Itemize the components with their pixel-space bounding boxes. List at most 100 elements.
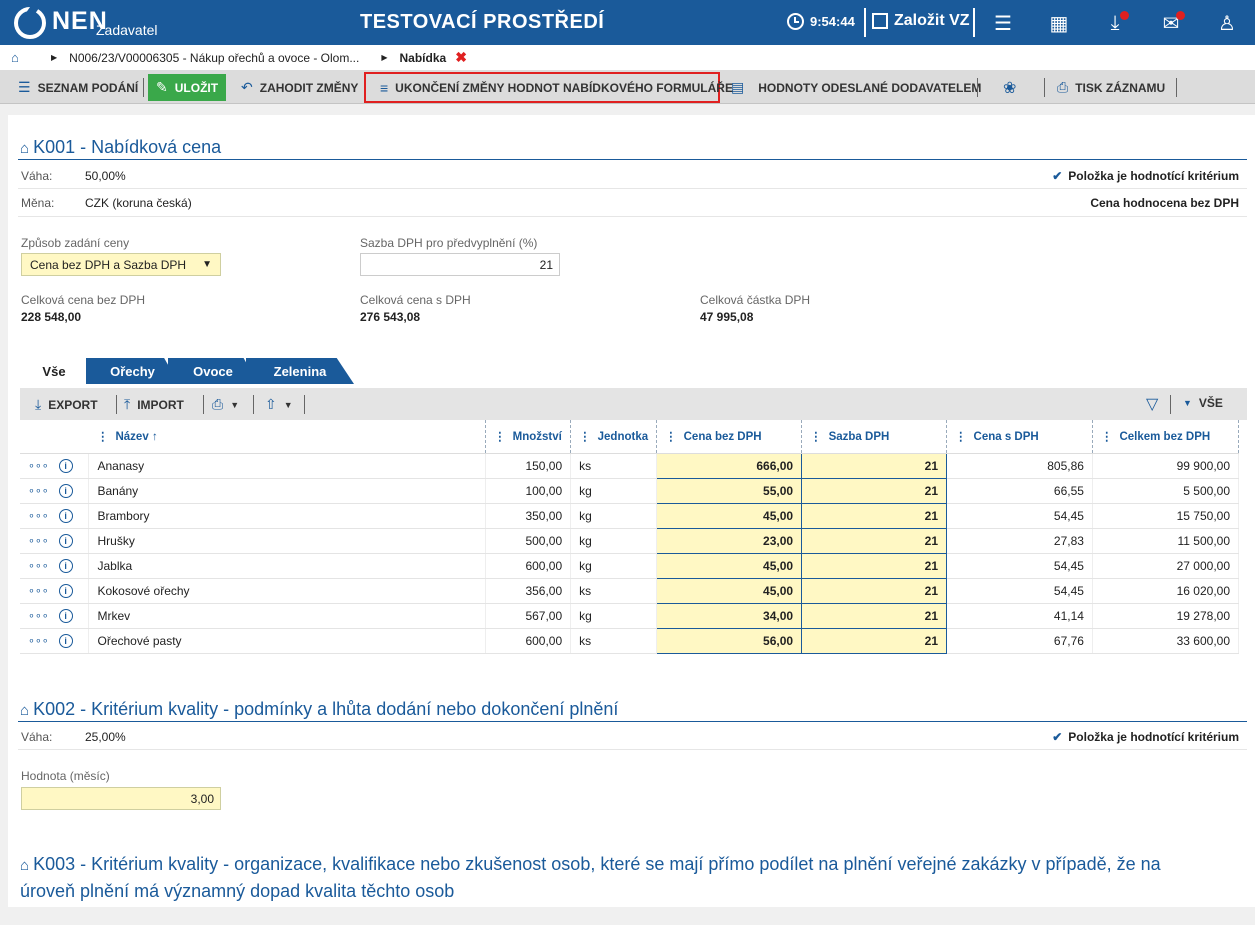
more-options-icon[interactable]: ∘∘∘ [28,610,49,622]
table-row[interactable]: ∘∘∘ i Hrušky 500,00 kg 23,00 21 27,83 11 500,00 [20,527,1240,554]
calendar-icon[interactable]: ▦ [1046,10,1072,36]
tab-vegetables[interactable]: Zelenina [246,358,354,384]
tab-all[interactable]: Vše [20,358,88,384]
cell-price[interactable]: 45,00 [656,552,803,579]
drag-handle-icon[interactable]: ⋮ [97,431,109,443]
cell-quantity: 350,00 [485,503,572,529]
table-row[interactable]: ∘∘∘ i Brambory 350,00 kg 45,00 21 54,45 15 750,0… [20,502,1240,529]
column-header-name[interactable]: ⋮ Název ↑ [88,420,487,454]
tab-fruit[interactable]: Ovoce [168,358,258,384]
cell-price[interactable]: 45,00 [656,502,803,529]
price-mode-select[interactable]: Cena bez DPH a Sazba DPH ▼ [21,253,221,276]
cell-vat-rate[interactable]: 21 [801,527,948,554]
discard-changes-button[interactable]: ↶ ZAHODIT ZMĚNY [241,74,358,101]
end-value-change-button[interactable]: ≡ UKONČENÍ ZMĚNY HODNOT NABÍDKOVÉHO FORMU… [364,72,733,103]
info-icon[interactable]: i [58,608,73,623]
column-price-vat-label: Cena s DPH [973,431,1039,444]
cell-vat-rate[interactable]: 21 [801,602,948,629]
print-record-button[interactable]: ⎙ TISK ZÁZNAMU [1057,74,1165,101]
column-header-price-vat[interactable]: ⋮ Cena s DPH [946,420,1093,454]
table-row[interactable]: ∘∘∘ i Kokosové ořechy 356,00 ks 45,00 21 54,45 1… [20,577,1240,604]
cell-price[interactable]: 56,00 [656,627,803,654]
weight-value: 50,00% [85,169,126,183]
share-icon: ⇧ [265,396,277,412]
nen-logo[interactable]: NEN [14,6,108,40]
row-actions: ∘∘∘ i [20,553,90,579]
share-menu-button[interactable]: ⇧ ▼ [265,396,293,413]
info-icon[interactable]: i [58,483,73,498]
user-icon[interactable]: ♙ [1214,10,1240,36]
list-submissions-button[interactable]: ☰ SEZNAM PODÁNÍ [18,74,138,101]
column-price-label: Cena bez DPH [683,431,762,444]
cell-vat-rate[interactable]: 21 [801,502,948,529]
breadcrumb-procurement[interactable]: N006/23/V00006305 - Nákup ořechů a ovoce… [69,51,359,65]
more-options-icon[interactable]: ∘∘∘ [28,460,49,472]
award-button[interactable]: ❀ [1003,74,1023,101]
info-icon[interactable]: i [58,508,73,523]
home-icon[interactable]: ⌂ [11,51,23,64]
list-submissions-label: SEZNAM PODÁNÍ [37,80,139,95]
cell-vat-rate[interactable]: 21 [801,452,948,479]
caret-down-icon: ▼ [283,399,293,410]
filter-button[interactable]: ▽ [1146,394,1165,414]
more-options-icon[interactable]: ∘∘∘ [28,485,49,497]
cell-vat-rate[interactable]: 21 [801,552,948,579]
cell-price[interactable]: 45,00 [656,577,803,604]
export-button[interactable]: ⤓ EXPORT [35,396,98,413]
cell-vat-rate[interactable]: 21 [801,477,948,504]
tab-nuts[interactable]: Ořechy [86,358,179,384]
drag-handle-icon[interactable]: ⋮ [579,431,591,443]
drag-handle-icon[interactable]: ⋮ [665,431,677,443]
total-vat-label: Celková cena s DPH [360,293,471,307]
table-row[interactable]: ∘∘∘ i Banány 100,00 kg 55,00 21 66,55 5 500,00 [20,477,1240,504]
table-row[interactable]: ∘∘∘ i Ananasy 150,00 ks 666,00 21 805,86 99 900,… [20,452,1240,479]
column-total-label: Celkem bez DPH [1119,431,1211,444]
info-icon[interactable]: i [58,458,73,473]
cell-price[interactable]: 666,00 [656,452,803,479]
cell-vat-rate[interactable]: 21 [801,627,948,654]
import-button[interactable]: ⤒ IMPORT [124,396,184,413]
table-row[interactable]: ∘∘∘ i Ořechové pasty 600,00 ks 56,00 21 67,76 33… [20,627,1240,654]
total-novat-label: Celková cena bez DPH [21,293,146,307]
cell-price[interactable]: 23,00 [656,527,803,554]
divider [143,78,144,97]
more-options-icon[interactable]: ∘∘∘ [28,635,49,647]
drag-handle-icon[interactable]: ⋮ [810,431,822,443]
table-row[interactable]: ∘∘∘ i Mrkev 567,00 kg 34,00 21 41,14 19 278,00 [20,602,1240,629]
quality-value-input[interactable]: 3,00 [21,787,221,810]
column-header-total[interactable]: ⋮ Celkem bez DPH [1092,420,1240,454]
cell-price[interactable]: 55,00 [656,477,803,504]
column-header-price[interactable]: ⋮ Cena bez DPH [656,420,803,454]
cell-price-vat: 805,86 [946,453,1093,479]
view-all-dropdown[interactable]: ▼ VŠE [1183,396,1223,410]
menu-icon[interactable]: ☰ [990,10,1016,36]
more-options-icon[interactable]: ∘∘∘ [28,510,49,522]
total-vat-value: 276 543,08 [360,310,421,324]
more-options-icon[interactable]: ∘∘∘ [28,560,49,572]
column-header-unit[interactable]: ⋮ Jednotka [570,420,658,454]
drag-handle-icon[interactable]: ⋮ [955,431,967,443]
save-button[interactable]: ✎ ULOŽIT [148,74,227,101]
filter-icon: ▽ [1146,396,1159,413]
more-options-icon[interactable]: ∘∘∘ [28,585,49,597]
column-header-vat-rate[interactable]: ⋮ Sazba DPH [801,420,948,454]
cell-price[interactable]: 34,00 [656,602,803,629]
table-row[interactable]: ∘∘∘ i Jablka 600,00 kg 45,00 21 54,45 27 000,00 [20,552,1240,579]
column-name-label: Název [115,431,149,444]
vat-rate-input[interactable]: 21 [360,253,560,276]
info-icon[interactable]: i [58,583,73,598]
new-vz-button[interactable]: Založit VZ [872,12,970,30]
info-icon[interactable]: i [58,558,73,573]
close-tab-icon[interactable]: ✖ [455,49,467,66]
sent-values-button[interactable]: ▤ HODNOTY ODESLANÉ DODAVATELEM [731,74,981,101]
info-icon[interactable]: i [58,533,73,548]
more-options-icon[interactable]: ∘∘∘ [28,535,49,547]
info-icon[interactable]: i [58,633,73,648]
cell-vat-rate[interactable]: 21 [801,577,948,604]
drag-handle-icon[interactable]: ⋮ [494,431,506,443]
print-menu-button[interactable]: ⎙ ▼ [212,396,239,413]
cell-unit: kg [570,553,658,579]
column-vat-rate-label: Sazba DPH [828,431,890,444]
drag-handle-icon[interactable]: ⋮ [1101,431,1113,443]
column-header-quantity[interactable]: ⋮ Množství [485,420,572,454]
